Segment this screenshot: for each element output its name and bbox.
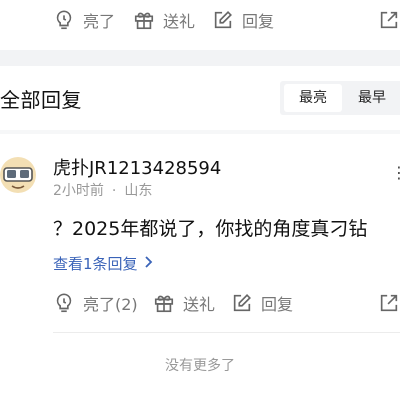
sort-option-earliest[interactable]: 最早 [344,81,400,115]
timestamp: 2小时前 [53,183,104,199]
gift-icon [133,9,155,31]
share-icon [378,292,400,314]
comment-reply-label: 回复 [261,295,294,314]
like-button[interactable]: 亮了 [53,0,115,40]
header-divider [0,130,400,134]
comment-meta: 2小时前 · 山东 [53,180,152,200]
comment-gift-button[interactable]: 送礼 [153,283,215,323]
avatar[interactable] [0,153,38,197]
comment-gift-label: 送礼 [183,295,216,314]
gift-label: 送礼 [163,12,196,31]
sort-toggle: 最亮 最早 [280,81,400,115]
share-icon [378,9,400,31]
lightbulb-icon [53,9,75,31]
view-replies-label: 查看1条回复 [53,255,138,273]
location: 山东 [124,183,153,199]
no-more-text: 没有更多了 [165,358,235,374]
comment-share-button[interactable] [378,283,400,323]
share-button[interactable] [378,0,400,40]
more-menu-icon[interactable]: ⋮ [391,163,400,182]
gift-icon [153,292,175,314]
gift-button[interactable]: 送礼 [133,0,195,40]
comment-action-bar: 亮了(2) 送礼 回复 [0,283,400,323]
comment-reply-button[interactable]: 回复 [231,283,293,323]
comment-divider [53,332,400,333]
meta-separator: · [111,183,117,199]
reply-label: 回复 [242,12,275,31]
reply-button[interactable]: 回复 [212,0,274,40]
lightbulb-icon [53,292,75,314]
like-label: 亮了 [83,12,116,31]
comment-like-label: 亮了(2) [83,295,138,314]
section-title: 全部回复 [0,88,82,112]
comment-text: ？2025年都说了，你找的角度真刁钻 [53,218,368,240]
view-replies-link[interactable]: 查看1条回复 [53,253,154,274]
sort-option-hottest[interactable]: 最亮 [284,84,342,112]
username[interactable]: 虎扑JR1213428594 [53,154,221,180]
edit-icon [212,9,234,31]
comment-like-button[interactable]: 亮了(2) [53,283,138,323]
edit-icon [231,292,253,314]
top-action-bar: 亮了 送礼 回复 [0,0,400,40]
section-separator [0,50,400,66]
chevron-right-icon [142,255,154,273]
